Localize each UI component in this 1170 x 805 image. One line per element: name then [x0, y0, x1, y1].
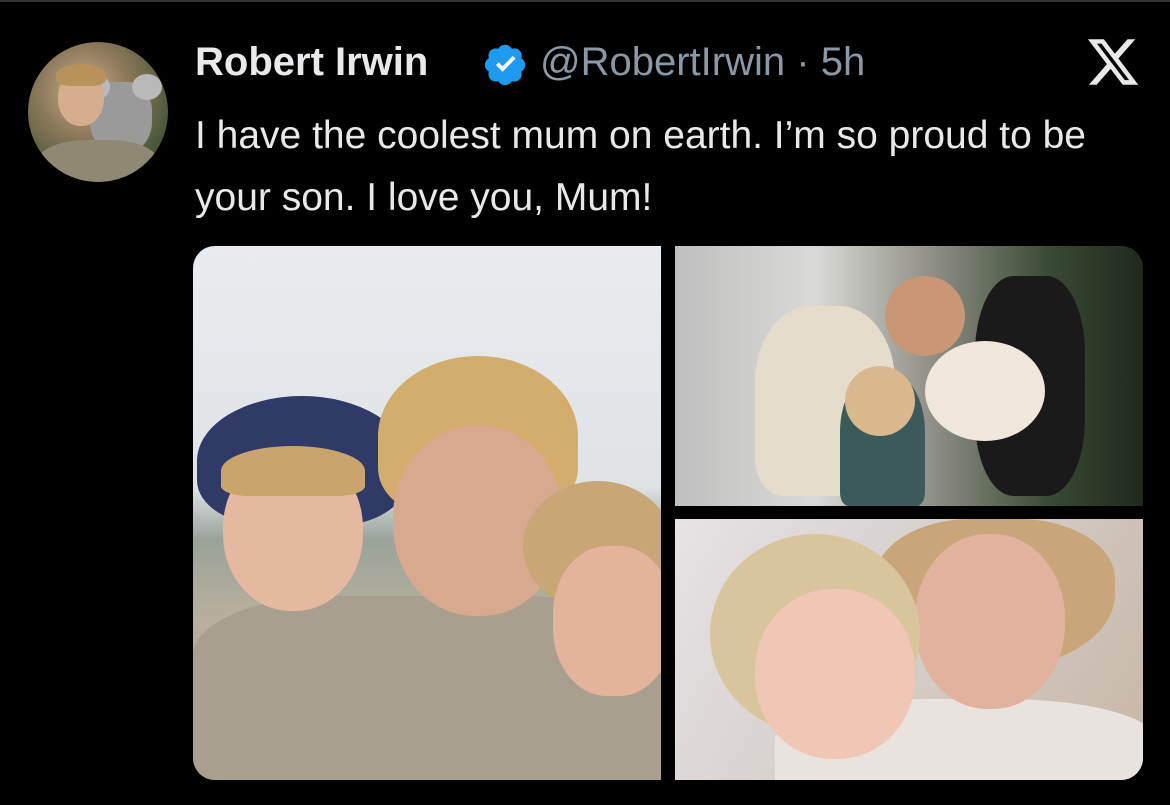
belly-shape	[925, 341, 1045, 441]
separator: ·	[796, 40, 810, 84]
top-divider	[0, 0, 1170, 2]
hair-shape	[56, 64, 106, 86]
avatar[interactable]	[28, 42, 168, 182]
timestamp[interactable]: 5h	[821, 40, 866, 84]
tweet-text: I have the coolest mum on earth. I’m so …	[195, 114, 1086, 219]
photo-3[interactable]	[675, 519, 1143, 780]
handle-and-time[interactable]: @RobertIrwin · 5h	[540, 40, 865, 85]
kid-face-shape	[755, 589, 915, 759]
photo-2[interactable]	[675, 246, 1143, 506]
girl-face-shape	[553, 546, 661, 696]
verified-badge-icon	[484, 44, 526, 86]
photo-1[interactable]	[193, 246, 661, 780]
handle[interactable]: @RobertIrwin	[540, 40, 785, 84]
shirt-shape	[36, 140, 160, 182]
x-logo-icon[interactable]	[1085, 34, 1141, 90]
mom-face-shape	[915, 534, 1065, 709]
kid-hair-shape	[221, 446, 365, 496]
girl-head-shape	[845, 366, 915, 436]
man-head-shape	[885, 276, 965, 356]
display-name[interactable]: Robert Irwin	[195, 40, 428, 85]
media-grid	[193, 246, 1143, 780]
